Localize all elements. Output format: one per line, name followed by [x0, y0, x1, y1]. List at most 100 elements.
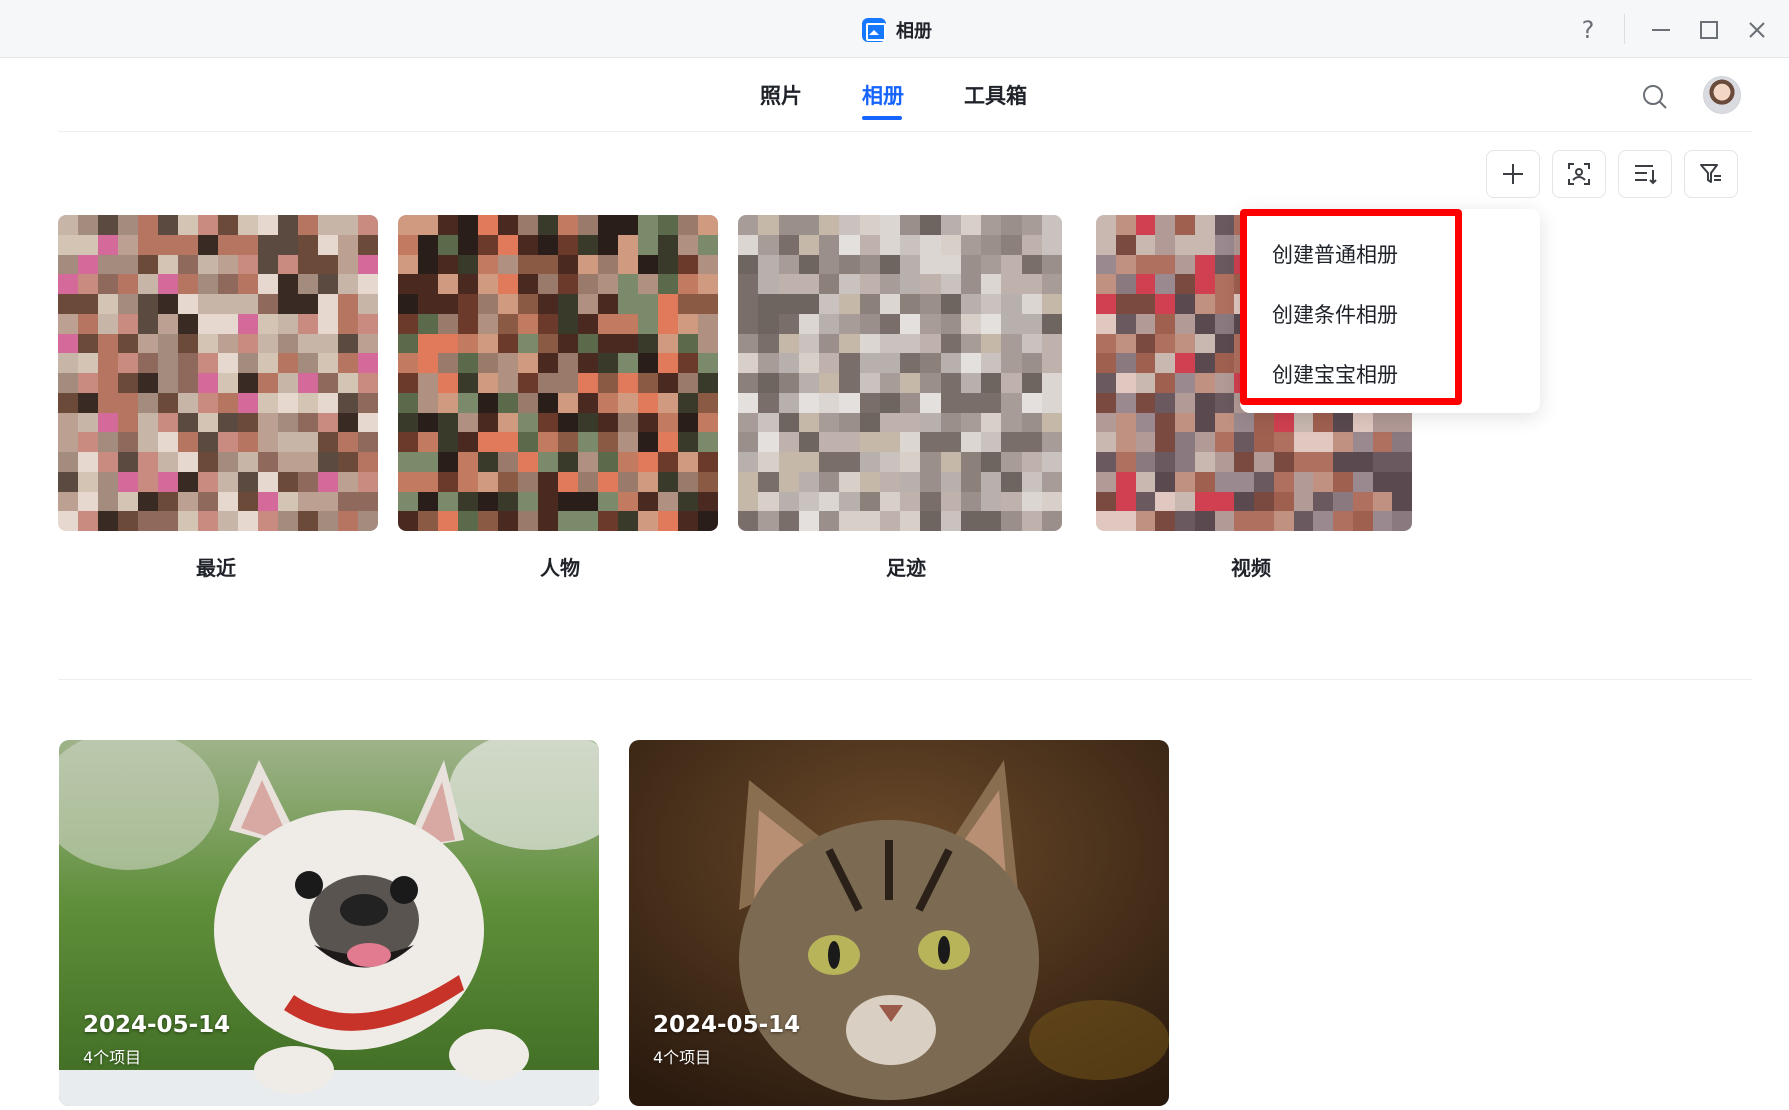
menu-item-create-normal-album[interactable]: 创建普通相册: [1272, 239, 1398, 269]
mosaic-cell: [498, 373, 518, 393]
mosaic-cell: [920, 254, 941, 275]
mosaic-cell: [498, 412, 518, 433]
mosaic-cell: [178, 353, 198, 373]
mosaic-cell: [338, 234, 358, 255]
mosaic-cell: [178, 333, 198, 354]
minimize-button[interactable]: [1643, 12, 1679, 48]
mosaic-cell: [638, 274, 658, 294]
mosaic-cell: [1392, 471, 1412, 492]
mosaic-cell: [198, 392, 218, 413]
mosaic-cell: [398, 392, 418, 413]
help-button[interactable]: ?: [1570, 12, 1606, 48]
tab-albums[interactable]: 相册: [862, 80, 904, 110]
mosaic-cell: [238, 313, 258, 334]
mosaic-cell: [839, 452, 860, 472]
mosaic-cell: [558, 313, 578, 334]
mosaic-cell: [178, 392, 198, 413]
mosaic-cell: [1214, 254, 1235, 275]
mosaic-cell: [920, 432, 941, 452]
mosaic-cell: [960, 452, 981, 472]
mosaic-cell: [118, 452, 138, 472]
mosaic-cell: [498, 215, 518, 235]
mosaic-cell: [78, 511, 98, 531]
mosaic-cell: [458, 215, 478, 235]
mosaic-cell: [1352, 491, 1373, 512]
mosaic-cell: [698, 373, 718, 393]
mosaic-cell: [418, 373, 438, 393]
mosaic-cell: [1115, 313, 1136, 334]
face-scan-button[interactable]: [1552, 150, 1606, 198]
album-tile-places[interactable]: [738, 215, 1062, 531]
mosaic-cell: [738, 215, 759, 235]
filter-icon: [1700, 164, 1721, 183]
menu-item-create-baby-album[interactable]: 创建宝宝相册: [1272, 359, 1398, 389]
album-card-cat[interactable]: 2024-05-14 4个项目: [629, 740, 1169, 1106]
mosaic-cell: [198, 353, 218, 373]
mosaic-cell: [1021, 353, 1042, 373]
mosaic-cell: [318, 313, 338, 334]
mosaic-cell: [518, 471, 538, 492]
filter-button[interactable]: [1684, 150, 1738, 198]
mosaic-cell: [778, 254, 799, 275]
mosaic-cell: [678, 471, 698, 492]
mosaic-cell: [859, 452, 880, 472]
mosaic-cell: [1155, 333, 1175, 354]
mosaic-cell: [738, 274, 759, 294]
mosaic-cell: [1333, 471, 1353, 492]
mosaic-cell: [900, 274, 921, 294]
mosaic-cell: [1115, 215, 1136, 235]
mosaic-cell: [1155, 392, 1175, 413]
mosaic-cell: [960, 215, 981, 235]
mosaic-cell: [1001, 274, 1022, 294]
mosaic-cell: [920, 313, 941, 334]
mosaic-cell: [1293, 412, 1314, 433]
mosaic-cell: [1115, 254, 1136, 275]
sort-button[interactable]: [1618, 150, 1672, 198]
mosaic-cell: [940, 471, 961, 492]
mosaic-cell: [819, 452, 840, 472]
mosaic-cell: [758, 491, 779, 512]
album-tile-people[interactable]: [398, 215, 718, 531]
mosaic-cell: [558, 353, 578, 373]
mosaic-cell: [1352, 432, 1373, 452]
app-title: 相册: [862, 16, 932, 44]
mosaic-cell: [658, 392, 678, 413]
mosaic-cell: [358, 392, 378, 413]
user-avatar[interactable]: [1703, 76, 1741, 114]
mosaic-cell: [698, 392, 718, 413]
add-album-button[interactable]: [1486, 150, 1540, 198]
mosaic-cell: [78, 333, 98, 354]
search-button[interactable]: [1638, 80, 1672, 114]
album-tile-recent[interactable]: [58, 215, 378, 531]
mosaic-cell: [758, 313, 779, 334]
mosaic-cell: [618, 392, 638, 413]
maximize-button[interactable]: [1691, 12, 1727, 48]
mosaic-cell: [778, 452, 799, 472]
mosaic-cell: [298, 471, 318, 492]
tab-toolbox[interactable]: 工具箱: [964, 80, 1027, 110]
album-card-dog[interactable]: 2024-05-14 4个项目: [59, 740, 599, 1106]
menu-item-create-smart-album[interactable]: 创建条件相册: [1272, 299, 1398, 329]
mosaic-cell: [1194, 392, 1215, 413]
mosaic-cell: [478, 412, 498, 433]
mosaic-cell: [738, 294, 759, 314]
mosaic-cell: [458, 234, 478, 255]
mosaic-cell: [458, 392, 478, 413]
mosaic-cell: [278, 333, 298, 354]
mosaic-cell: [1115, 432, 1136, 452]
mosaic-cell: [618, 511, 638, 531]
mosaic-cell: [940, 511, 961, 531]
mosaic-cell: [358, 412, 378, 433]
mosaic-cell: [839, 471, 860, 492]
tab-photos[interactable]: 照片: [760, 80, 802, 110]
mosaic-cell: [418, 215, 438, 235]
mosaic-cell: [598, 215, 618, 235]
mosaic-cell: [438, 254, 458, 275]
mosaic-cell: [1021, 373, 1042, 393]
mosaic-cell: [478, 452, 498, 472]
mosaic-cell: [618, 373, 638, 393]
mosaic-cell: [1254, 511, 1274, 531]
mosaic-cell: [138, 294, 158, 314]
mosaic-cell: [940, 234, 961, 255]
close-button[interactable]: [1739, 12, 1775, 48]
